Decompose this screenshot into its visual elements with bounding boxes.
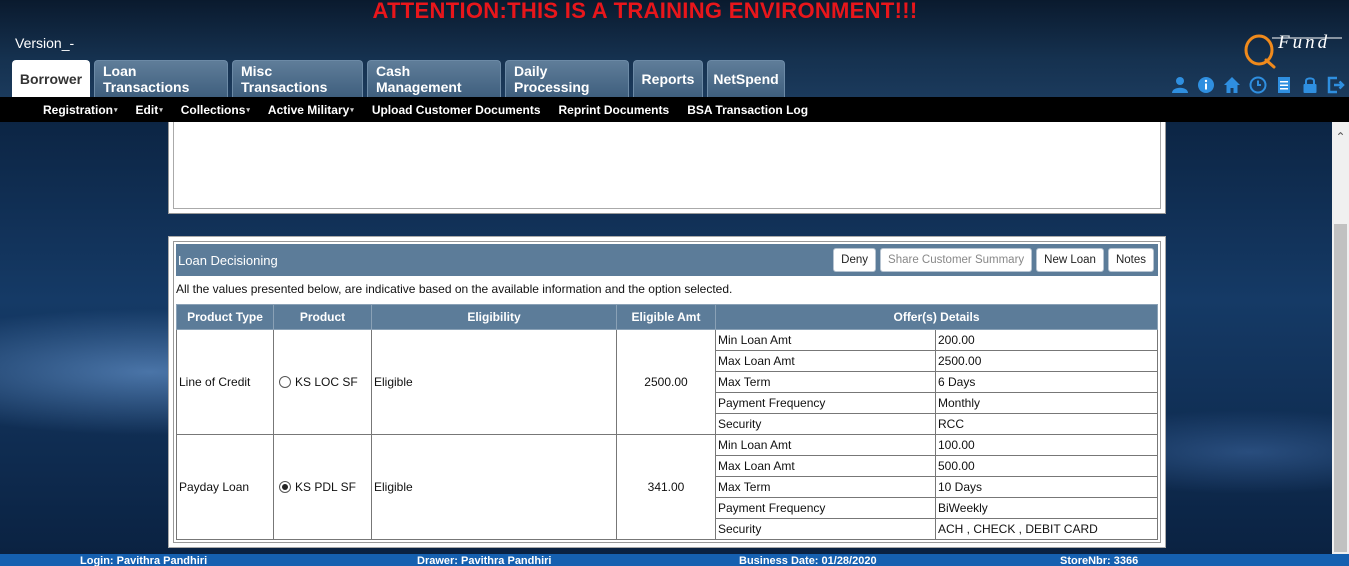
offer-value: 500.00 (935, 455, 1158, 477)
logo-text: Fund (1278, 32, 1331, 53)
subnav-active-military-label: Active Military (267, 102, 350, 117)
offer-key: Security (715, 518, 936, 540)
product-cell: KS LOC SF (273, 329, 372, 435)
main-tabs: Borrower Loan Transactions Misc Transact… (12, 60, 785, 97)
subnav-upload-customer-documents[interactable]: Upload Customer Documents (372, 103, 541, 117)
product-radio[interactable] (279, 376, 291, 388)
offer-key: Payment Frequency (715, 497, 936, 519)
offer-value: 200.00 (935, 329, 1158, 351)
table-header-row: Product Type Product Eligibility Eligibl… (176, 304, 1158, 330)
subnav-registration[interactable]: Registration▾ (43, 103, 118, 117)
subnav-active-military[interactable]: Active Military▾ (268, 103, 354, 117)
tab-loan-transactions[interactable]: Loan Transactions (94, 60, 228, 97)
col-eligible-amt: Eligible Amt (616, 304, 716, 330)
subnav-edit-label: Edit (135, 102, 159, 117)
eligibility-cell: Eligible (371, 329, 617, 435)
scroll-up-arrow-icon[interactable]: ⌃ (1332, 130, 1349, 146)
offer-value: RCC (935, 413, 1158, 435)
previous-panel (168, 122, 1166, 214)
offer-key: Security (715, 413, 936, 435)
offer-value: ACH , CHECK , DEBIT CARD (935, 518, 1158, 540)
chevron-down-icon: ▾ (114, 107, 118, 115)
qfund-logo: Fund (1242, 30, 1346, 70)
eligible-amt-cell: 341.00 (616, 434, 716, 540)
info-icon[interactable] (1196, 75, 1216, 95)
previous-panel-body (173, 122, 1161, 209)
offer-key: Min Loan Amt (715, 329, 936, 351)
vertical-scrollbar[interactable]: ⌃ (1332, 122, 1349, 554)
offer-key: Max Loan Amt (715, 350, 936, 372)
col-product: Product (273, 304, 372, 330)
panel-title: Loan Decisioning (178, 252, 278, 268)
scrollbar-thumb[interactable] (1334, 224, 1347, 552)
offer-value: 100.00 (935, 434, 1158, 456)
product-type-cell: Line of Credit (176, 329, 274, 435)
chevron-down-icon: ▾ (159, 107, 163, 115)
clock-icon[interactable] (1248, 75, 1268, 95)
login-status: Login: Pavithra Pandhiri (80, 555, 208, 566)
col-eligibility: Eligibility (371, 304, 617, 330)
version-label: Version_- (15, 35, 75, 51)
offer-value: Monthly (935, 392, 1158, 414)
drawer-status: Drawer: Pavithra Pandhiri (417, 555, 552, 566)
new-loan-button[interactable]: New Loan (1036, 248, 1104, 272)
indicative-note: All the values presented below, are indi… (176, 282, 733, 296)
document-icon[interactable] (1274, 75, 1294, 95)
utility-toolbar (1170, 75, 1346, 95)
product-name: KS LOC SF (295, 375, 358, 389)
offer-key: Max Loan Amt (715, 455, 936, 477)
offer-key: Min Loan Amt (715, 434, 936, 456)
tab-reports[interactable]: Reports (633, 60, 703, 97)
business-date-status: Business Date: 01/28/2020 (739, 555, 877, 566)
panel-header: Loan Decisioning Deny Share Customer Sum… (176, 244, 1158, 276)
col-product-type: Product Type (176, 304, 274, 330)
eligibility-cell: Eligible (371, 434, 617, 540)
sub-navigation: Registration▾ Edit▾ Collections▾ Active … (0, 97, 1349, 122)
subnav-reprint-documents[interactable]: Reprint Documents (559, 103, 670, 117)
product-cell: KS PDL SF (273, 434, 372, 540)
product-radio[interactable] (279, 481, 291, 493)
product-name: KS PDL SF (295, 480, 356, 494)
status-footer: Login: Pavithra Pandhiri Drawer: Pavithr… (0, 554, 1349, 566)
offer-key: Payment Frequency (715, 392, 936, 414)
subnav-collections[interactable]: Collections▾ (181, 103, 250, 117)
tab-cash-management[interactable]: Cash Management (367, 60, 501, 97)
share-customer-summary-button[interactable]: Share Customer Summary (880, 248, 1033, 272)
tab-borrower[interactable]: Borrower (12, 60, 90, 97)
subnav-registration-label: Registration (43, 102, 114, 117)
tab-netspend[interactable]: NetSpend (707, 60, 785, 97)
deny-button[interactable]: Deny (833, 248, 877, 272)
top-header: ATTENTION:THIS IS A TRAINING ENVIRONMENT… (0, 0, 1349, 97)
offer-value: BiWeekly (935, 497, 1158, 519)
user-icon[interactable] (1170, 75, 1190, 95)
subnav-edit[interactable]: Edit▾ (136, 103, 163, 117)
training-banner: ATTENTION:THIS IS A TRAINING ENVIRONMENT… (372, 0, 918, 23)
home-icon[interactable] (1222, 75, 1242, 95)
loan-decisioning-panel: Loan Decisioning Deny Share Customer Sum… (168, 236, 1166, 548)
header-buttons: Deny Share Customer Summary New Loan Not… (833, 248, 1154, 272)
tab-daily-processing[interactable]: Daily Processing (505, 60, 629, 97)
offer-value: 6 Days (935, 371, 1158, 393)
eligible-amt-cell: 2500.00 (616, 329, 716, 435)
col-offer-details: Offer(s) Details (715, 304, 1158, 330)
offer-value: 10 Days (935, 476, 1158, 498)
store-number-status: StoreNbr: 3366 (1060, 555, 1139, 566)
chevron-down-icon: ▾ (246, 107, 250, 115)
logout-icon[interactable] (1326, 75, 1346, 95)
tab-misc-transactions[interactable]: Misc Transactions (232, 60, 363, 97)
table-row: Payday Loan KS PDL SF Eligible 341.00 Mi… (176, 434, 1158, 540)
offer-key: Max Term (715, 476, 936, 498)
lock-icon[interactable] (1300, 75, 1320, 95)
loan-decisioning-body: Loan Decisioning Deny Share Customer Sum… (173, 241, 1161, 543)
decisioning-table: Product Type Product Eligibility Eligibl… (176, 304, 1158, 540)
offer-key: Max Term (715, 371, 936, 393)
notes-button[interactable]: Notes (1107, 248, 1154, 272)
table-row: Line of Credit KS LOC SF Eligible 2500.0… (176, 329, 1158, 435)
product-type-cell: Payday Loan (176, 434, 274, 540)
chevron-down-icon: ▾ (350, 107, 354, 115)
subnav-bsa-transaction-log[interactable]: BSA Transaction Log (687, 103, 808, 117)
subnav-collections-label: Collections (180, 102, 246, 117)
offer-value: 2500.00 (935, 350, 1158, 372)
